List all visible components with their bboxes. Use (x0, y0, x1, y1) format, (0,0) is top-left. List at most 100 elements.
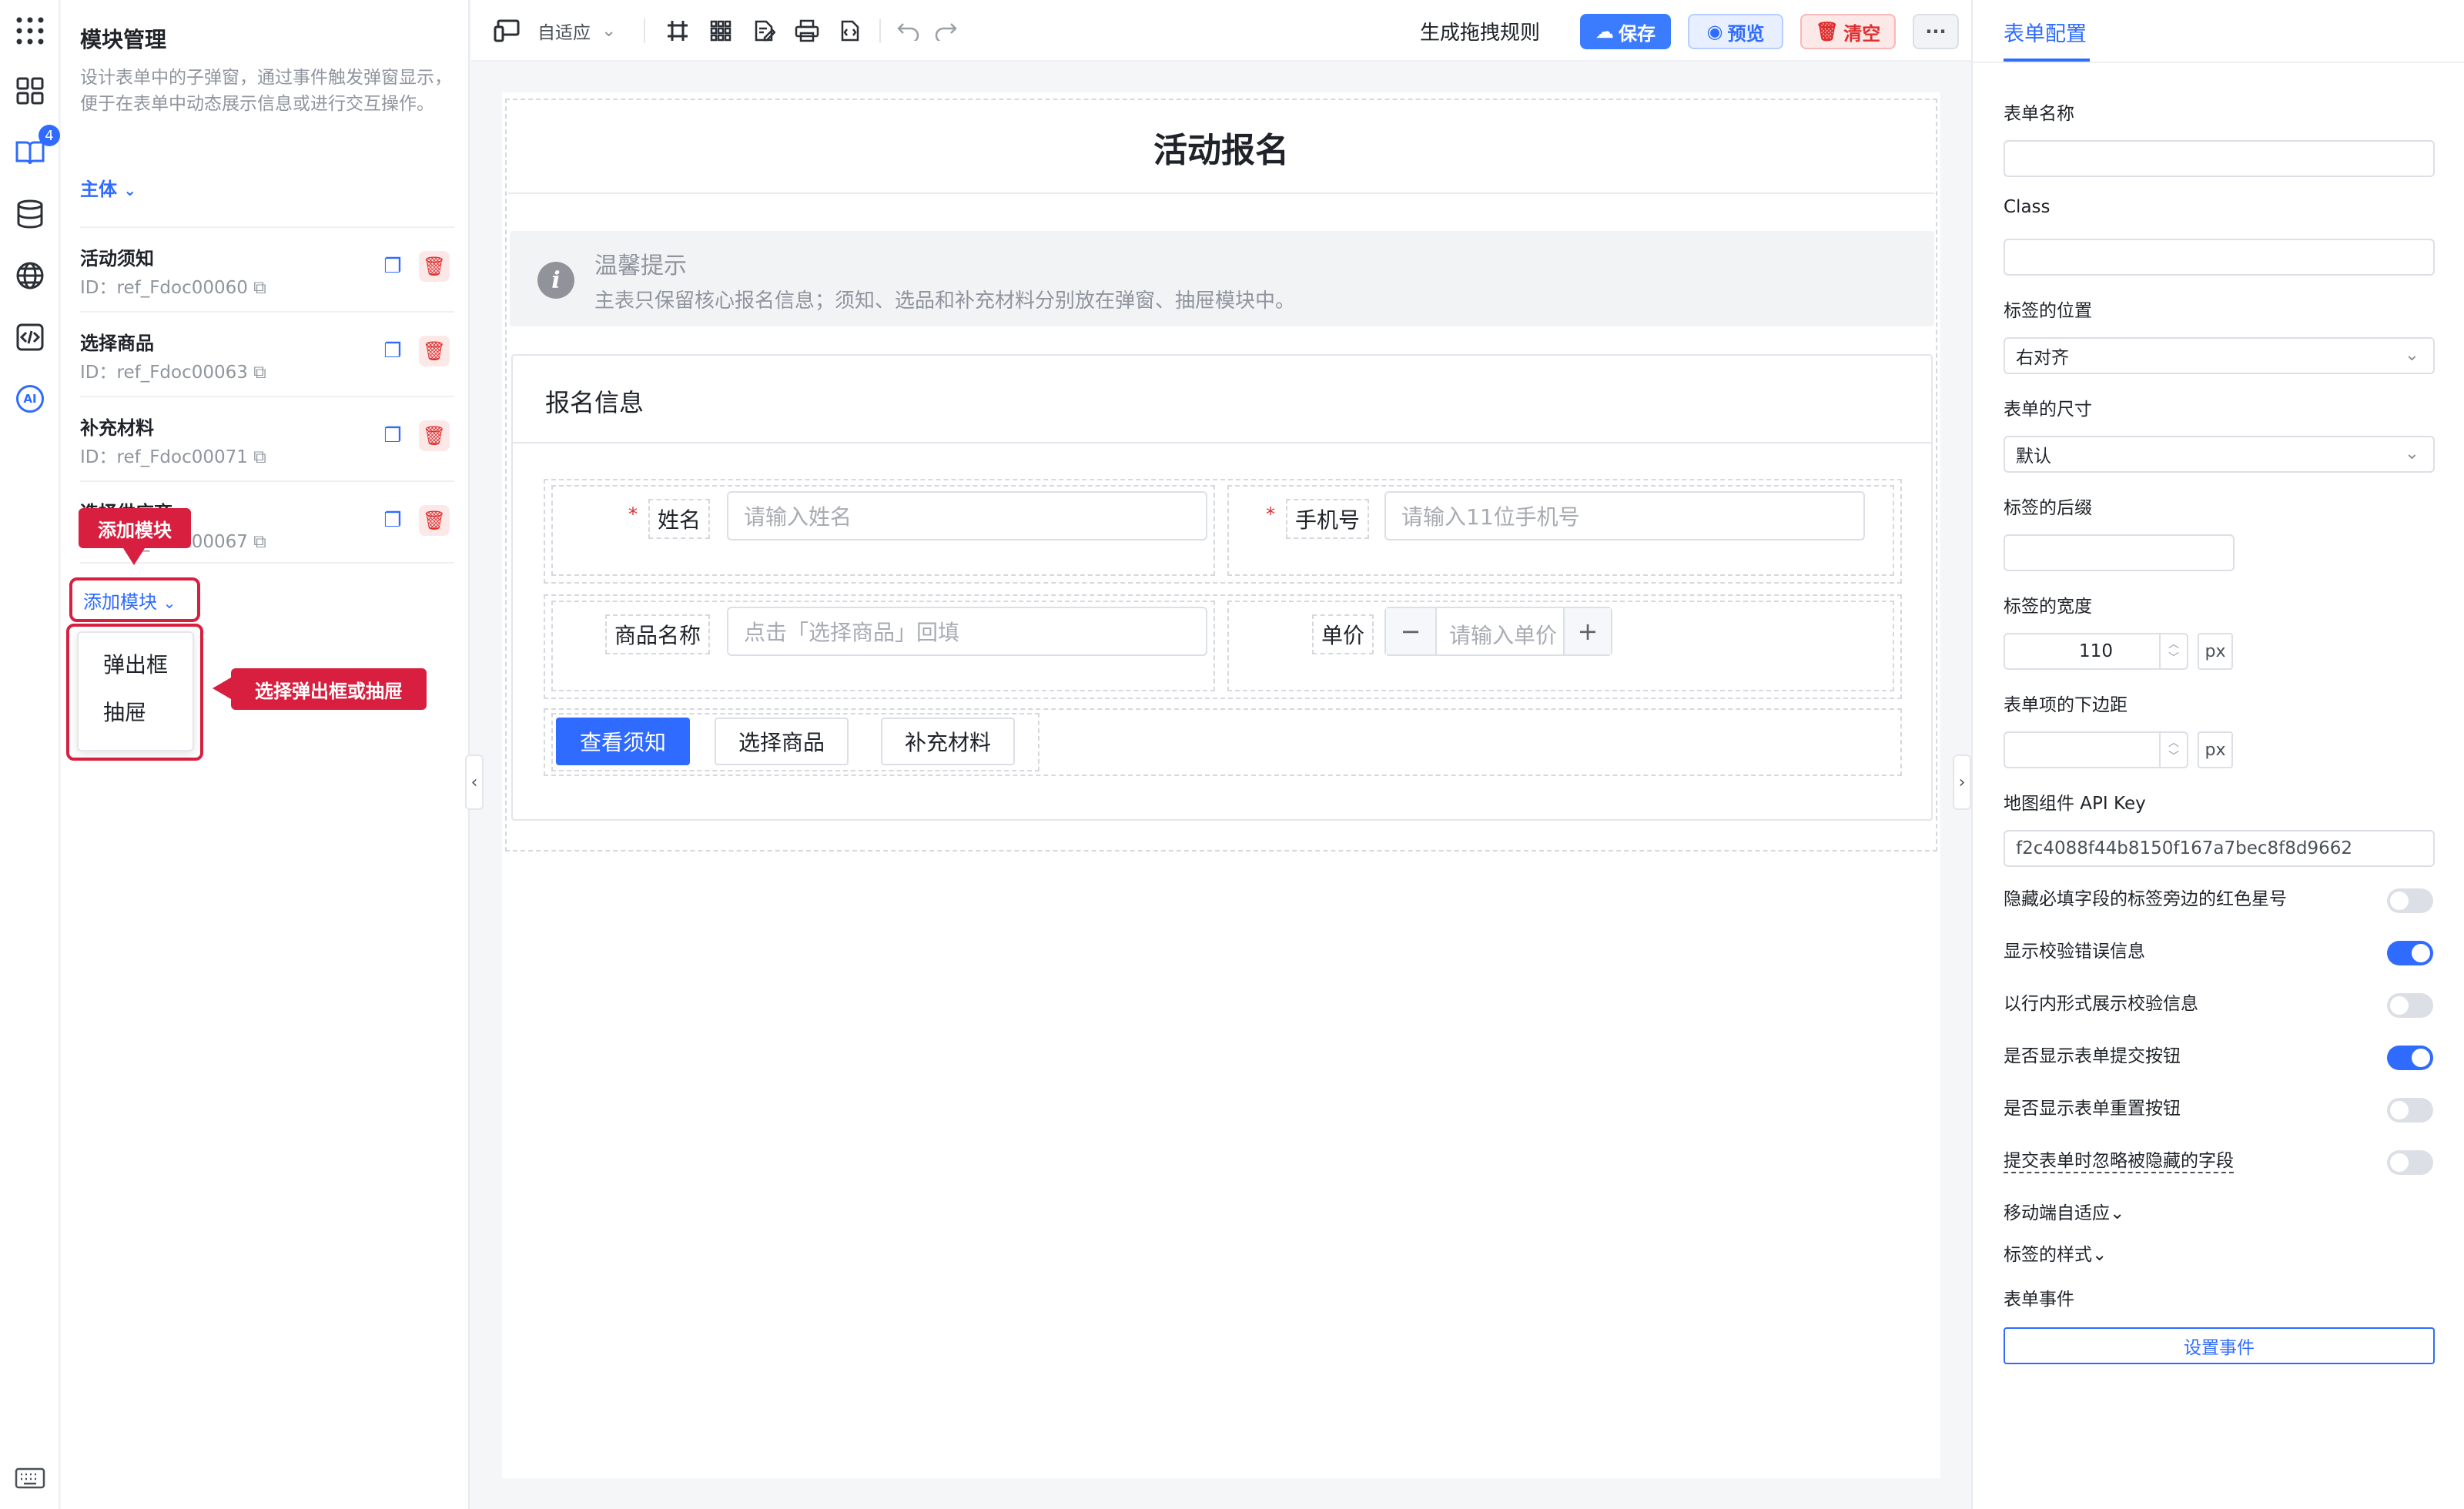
subject-selector[interactable]: 主体 ⌄ (80, 174, 136, 201)
module-item[interactable]: 活动须知 ID：ref_Fdoc00060 ⧉ ❐ 🗑 (80, 226, 454, 309)
item-margin-input[interactable]: ︿ ﹀ (2004, 731, 2188, 768)
item-margin-label: 表单项的下边距 (2004, 695, 2128, 715)
grid-icon[interactable] (704, 14, 738, 48)
tip-text: 主表只保留核心报名信息；须知、选品和补充材料分别放在弹窗、抽屉模块中。 (594, 289, 1296, 313)
product-input[interactable]: 点击「选择商品」回填 (727, 607, 1207, 656)
price-label: 单价 (1312, 614, 1374, 654)
hide-asterisk-switch[interactable] (2387, 888, 2433, 913)
device-select[interactable]: 自适应 ⌄ (537, 14, 616, 48)
save-button[interactable]: ☁ 保存 (1580, 14, 1671, 49)
show-error-switch[interactable] (2387, 941, 2433, 965)
label-width-unit: px (2198, 633, 2233, 670)
chevron-down-icon: ⌄ (2110, 1203, 2125, 1223)
callout-add-module: 添加模块 (79, 508, 191, 548)
cloud-icon: ☁ (1595, 21, 1614, 42)
delete-icon[interactable]: 🗑 (419, 251, 450, 282)
more-button[interactable]: ··· (1913, 14, 1959, 49)
add-module-dropdown: 弹出框 抽屉 (77, 631, 194, 751)
dropdown-item-drawer[interactable]: 抽屉 (103, 696, 146, 727)
copy-id-icon[interactable]: ⧉ (253, 363, 266, 383)
tab-form-config[interactable]: 表单配置 (2004, 17, 2087, 47)
label-width-input[interactable]: 110 ︿ ﹀ (2004, 633, 2188, 670)
chevron-down-icon: ⌄ (2092, 1245, 2107, 1265)
edit-icon[interactable] (747, 14, 781, 48)
set-event-button[interactable]: 设置事件 (2004, 1327, 2435, 1364)
label-position-select[interactable]: 右对齐 ⌄ (2004, 337, 2435, 374)
form-events-label: 表单事件 (2004, 1290, 2074, 1310)
supplement-button[interactable]: 补充材料 (881, 718, 1015, 765)
notification-badge: 4 (38, 125, 60, 146)
plus-icon[interactable]: + (1563, 608, 1611, 654)
show-reset-switch[interactable] (2387, 1098, 2433, 1123)
toolbar: 自适应 ⌄ 生成拖拽规则 ☁ 保存 ◉ 预览 🗑 清空 ··· (471, 0, 1971, 62)
price-stepper[interactable]: − 请输入单价 + (1384, 607, 1612, 656)
module-id: ID：ref_Fdoc00060 ⧉ (80, 278, 266, 298)
copy-id-icon[interactable]: ⧉ (253, 447, 266, 467)
grid-icon[interactable] (13, 74, 47, 108)
mobile-adapt-toggle[interactable]: 移动端自适应⌄ (2004, 1198, 2124, 1224)
clear-button[interactable]: 🗑 清空 (1800, 14, 1896, 49)
form-size-select[interactable]: 默认 ⌄ (2004, 436, 2435, 473)
dropdown-item-dialog[interactable]: 弹出框 (103, 648, 168, 679)
globe-icon[interactable] (13, 259, 47, 293)
ai-icon[interactable]: AI (13, 382, 47, 416)
select-product-button[interactable]: 选择商品 (715, 718, 849, 765)
label-style-label: 标签的样式 (2004, 1245, 2092, 1265)
copy-id-icon[interactable]: ⧉ (253, 532, 266, 552)
form-name-label: 表单名称 (2004, 104, 2074, 124)
collapse-right-icon[interactable]: › (1953, 754, 1971, 810)
keyboard-icon[interactable] (13, 1461, 47, 1495)
class-label: Class (2004, 197, 2051, 217)
delete-icon[interactable]: 🗑 (419, 505, 450, 536)
minus-icon[interactable]: − (1386, 608, 1437, 654)
name-input[interactable]: 请输入姓名 (727, 491, 1207, 540)
form-name-input[interactable] (2004, 140, 2435, 177)
duplicate-icon[interactable]: ❐ (377, 505, 408, 536)
redo-icon[interactable] (930, 14, 961, 48)
apps-icon[interactable] (13, 14, 47, 48)
copy-id-icon[interactable]: ⧉ (253, 278, 266, 298)
required-mark: * (1266, 504, 1275, 525)
form-title: 活动报名 (508, 102, 1934, 194)
tip-title: 温馨提示 (594, 253, 687, 279)
print-icon[interactable] (790, 14, 824, 48)
section-card: 报名信息 * 姓名 请输入姓名 * 手机号 请输入11位手机号 商品名称 点击「… (511, 354, 1933, 821)
duplicate-icon[interactable]: ❐ (377, 420, 408, 451)
section-header: 报名信息 (513, 356, 1931, 443)
label-style-toggle[interactable]: 标签的样式⌄ (2004, 1240, 2107, 1266)
map-key-input[interactable]: f2c4088f44b8150f167a7bec8f8d9662 (2004, 830, 2435, 867)
device-icon[interactable] (490, 14, 524, 48)
delete-icon[interactable]: 🗑 (419, 420, 450, 451)
frame-icon[interactable] (661, 14, 695, 48)
json-icon[interactable] (833, 14, 867, 48)
duplicate-icon[interactable]: ❐ (377, 251, 408, 282)
view-notice-button[interactable]: 查看须知 (556, 718, 690, 765)
add-module-button[interactable]: 添加模块 ⌄ (83, 587, 176, 614)
code-icon[interactable] (13, 320, 47, 354)
price-input[interactable]: 请输入单价 (1449, 619, 1563, 650)
preview-button[interactable]: ◉ 预览 (1688, 14, 1783, 49)
class-input[interactable] (2004, 239, 2435, 276)
generate-rule-link[interactable]: 生成拖拽规则 (1420, 14, 1540, 48)
spinner-icon[interactable]: ︿ ﹀ (2159, 634, 2187, 668)
label-suffix-input[interactable] (2004, 534, 2235, 571)
switch-label: 以行内形式展示校验信息 (2004, 994, 2198, 1014)
ignore-hidden-switch[interactable] (2387, 1150, 2433, 1175)
module-item[interactable]: 补充材料 ID：ref_Fdoc00071 ⧉ ❐ 🗑 (80, 396, 454, 479)
preview-label: 预览 (1727, 22, 1765, 45)
chevron-down-icon: ⌄ (601, 21, 617, 41)
database-icon[interactable] (13, 197, 47, 231)
duplicate-icon[interactable]: ❐ (377, 336, 408, 366)
module-item[interactable]: 选择商品 ID：ref_Fdoc00063 ⧉ ❐ 🗑 (80, 311, 454, 394)
delete-icon[interactable]: 🗑 (419, 336, 450, 366)
chevron-down-icon: ⌄ (123, 181, 137, 199)
show-submit-switch[interactable] (2387, 1046, 2433, 1070)
undo-icon[interactable] (893, 14, 924, 48)
collapse-left-icon[interactable]: ‹ (465, 754, 484, 810)
spinner-icon[interactable]: ︿ ﹀ (2159, 733, 2187, 767)
switch-label: 隐藏必填字段的标签旁边的红色星号 (2004, 889, 2287, 909)
phone-input[interactable]: 请输入11位手机号 (1384, 491, 1865, 540)
tip-alert: i 温馨提示 主表只保留核心报名信息；须知、选品和补充材料分别放在弹窗、抽屉模块… (510, 231, 1934, 326)
inline-message-switch[interactable] (2387, 993, 2433, 1018)
module-name: 选择商品 (80, 333, 154, 354)
